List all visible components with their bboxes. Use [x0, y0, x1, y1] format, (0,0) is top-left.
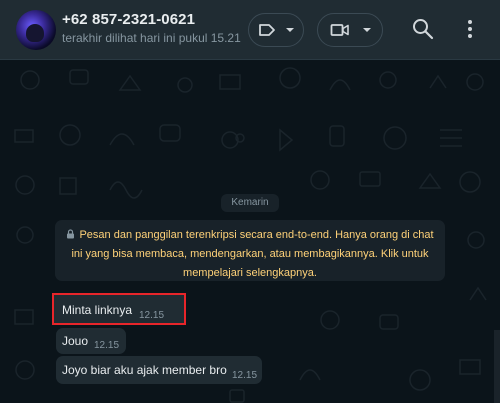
- chat-area[interactable]: Kemarin Pesan dan panggilan terenkripsi …: [0, 60, 500, 403]
- message-bubble[interactable]: Jouo 12.15: [56, 328, 126, 354]
- label-button[interactable]: [248, 13, 304, 47]
- day-separator: Kemarin: [221, 194, 279, 212]
- chevron-down-icon: [363, 28, 371, 32]
- encryption-notice[interactable]: Pesan dan panggilan terenkripsi secara e…: [55, 220, 445, 281]
- message-bubble[interactable]: Minta linknya 12.15: [52, 293, 186, 325]
- lock-icon: [67, 229, 75, 239]
- message-bubble[interactable]: Joyo biar aku ajak member bro 12.15: [56, 356, 262, 384]
- encryption-notice-text: Pesan dan panggilan terenkripsi secara e…: [71, 229, 434, 279]
- contact-name[interactable]: +62 857-2321-0621: [62, 11, 195, 28]
- more-options-icon[interactable]: [460, 16, 480, 42]
- label-icon: [259, 24, 275, 36]
- chevron-down-icon: [286, 28, 294, 32]
- last-seen-status: terakhir dilihat hari ini pukul 15.21: [62, 31, 241, 45]
- message-time: 12.15: [232, 370, 258, 381]
- message-text: Jouo: [62, 334, 89, 348]
- chat-header: +62 857-2321-0621 terakhir dilihat hari …: [0, 0, 500, 60]
- scrollbar[interactable]: [494, 330, 500, 403]
- message-text: Minta linknya: [62, 303, 133, 317]
- message-time: 12.15: [139, 310, 165, 321]
- avatar[interactable]: [16, 10, 56, 50]
- video-call-button[interactable]: [317, 13, 383, 47]
- video-call-icon: [330, 24, 349, 36]
- message-time: 12.15: [94, 340, 120, 351]
- search-icon[interactable]: [410, 16, 436, 42]
- message-text: Joyo biar aku ajak member bro: [62, 363, 227, 377]
